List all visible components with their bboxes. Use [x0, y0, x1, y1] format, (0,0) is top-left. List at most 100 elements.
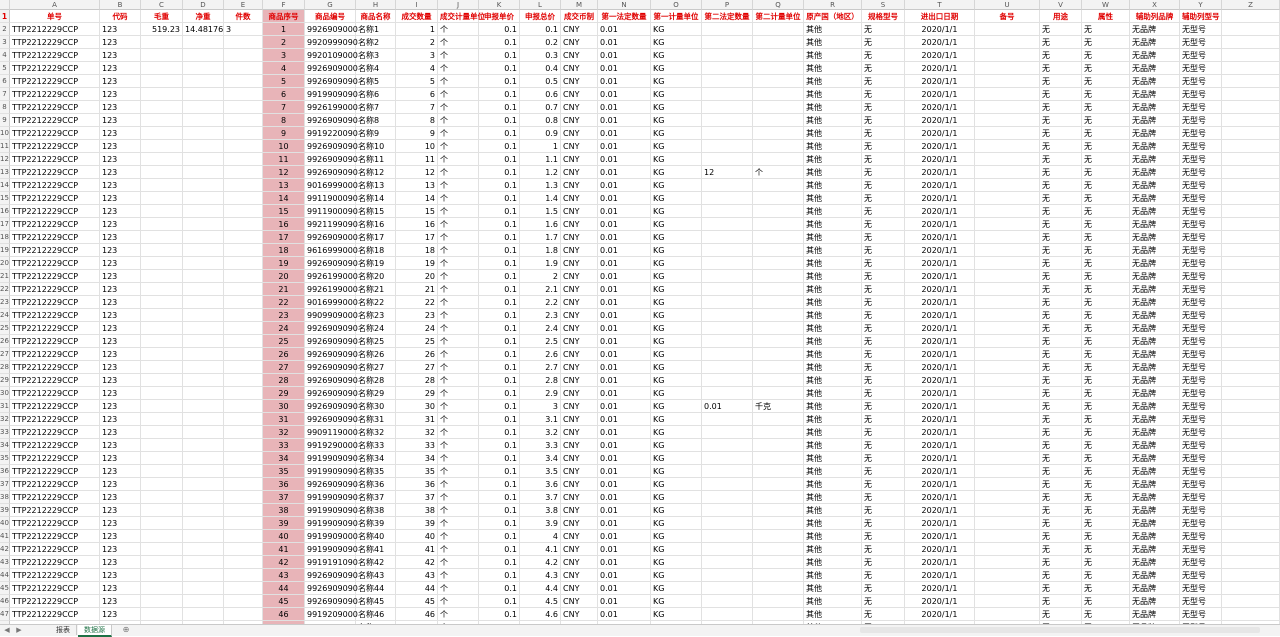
cell[interactable]: CNY [561, 335, 598, 348]
cell[interactable] [753, 283, 804, 296]
cell[interactable]: 无品牌 [1130, 348, 1180, 361]
cell[interactable]: 无 [1082, 543, 1130, 556]
cell[interactable]: 2.3 [520, 309, 561, 322]
cell[interactable] [183, 569, 224, 582]
cell[interactable]: 无型号 [1180, 413, 1222, 426]
cell[interactable]: 无品牌 [1130, 23, 1180, 36]
cell[interactable]: 无品牌 [1130, 166, 1180, 179]
cell[interactable]: 其他 [804, 88, 862, 101]
item-seq-cell[interactable]: 38 [263, 504, 305, 517]
cell[interactable] [975, 296, 1040, 309]
header-cell[interactable]: 用途 [1040, 10, 1082, 23]
cell[interactable]: 0.1 [479, 153, 520, 166]
cell[interactable]: TTP2212229CCP [10, 569, 100, 582]
cell[interactable]: 2020/1/1 [905, 608, 975, 621]
cell[interactable]: 123 [100, 231, 141, 244]
cell[interactable]: 无品牌 [1130, 413, 1180, 426]
row-number[interactable]: 10 [0, 127, 10, 140]
cell[interactable]: KG [651, 140, 702, 153]
cell[interactable]: 123 [100, 595, 141, 608]
row-number[interactable]: 20 [0, 257, 10, 270]
cell[interactable]: 2020/1/1 [905, 400, 975, 413]
cell[interactable]: 个 [438, 231, 479, 244]
cell[interactable]: 无 [862, 244, 905, 257]
column-header[interactable]: K [479, 0, 520, 10]
column-header[interactable]: V [1040, 0, 1082, 10]
cell[interactable] [702, 322, 753, 335]
cell[interactable]: 9926909090 [305, 374, 358, 387]
cell[interactable]: CNY [561, 244, 598, 257]
cell[interactable] [1222, 179, 1280, 192]
column-header[interactable]: Y [1180, 0, 1222, 10]
cell[interactable]: 无 [1040, 88, 1082, 101]
cell[interactable] [975, 439, 1040, 452]
row-number[interactable]: 37 [0, 478, 10, 491]
cell[interactable]: CNY [561, 465, 598, 478]
cell[interactable]: 无型号 [1180, 400, 1222, 413]
cell[interactable]: TTP2212229CCP [10, 400, 100, 413]
cell[interactable]: 无型号 [1180, 361, 1222, 374]
cell[interactable]: CNY [561, 543, 598, 556]
cell[interactable] [702, 283, 753, 296]
cell[interactable]: 0.1 [479, 62, 520, 75]
cell[interactable]: 0.01 [598, 413, 651, 426]
cell[interactable]: TTP2212229CCP [10, 543, 100, 556]
cell[interactable]: 无 [1082, 517, 1130, 530]
cell[interactable]: 无 [1040, 49, 1082, 62]
cell[interactable] [224, 452, 263, 465]
cell[interactable]: 无品牌 [1130, 569, 1180, 582]
cell[interactable] [141, 257, 183, 270]
cell[interactable]: 0.1 [479, 361, 520, 374]
cell[interactable]: 0.1 [479, 179, 520, 192]
cell[interactable]: 32 [396, 426, 438, 439]
cell[interactable] [702, 530, 753, 543]
cell[interactable] [753, 582, 804, 595]
cell[interactable]: TTP2212229CCP [10, 205, 100, 218]
cell[interactable] [141, 556, 183, 569]
cell[interactable]: 无 [862, 101, 905, 114]
cell[interactable]: 无品牌 [1130, 127, 1180, 140]
cell[interactable]: 9919909090 [305, 504, 358, 517]
cell[interactable] [753, 413, 804, 426]
cell[interactable]: 0.1 [479, 23, 520, 36]
cell[interactable]: 无品牌 [1130, 101, 1180, 114]
cell[interactable] [975, 413, 1040, 426]
cell[interactable] [1222, 205, 1280, 218]
cell[interactable]: 无 [1040, 608, 1082, 621]
cell[interactable]: 2020/1/1 [905, 556, 975, 569]
cell[interactable]: 名称26 [356, 348, 396, 361]
cell[interactable]: 个 [753, 166, 804, 179]
cell[interactable] [224, 439, 263, 452]
cell[interactable] [753, 49, 804, 62]
cell[interactable] [753, 309, 804, 322]
cell[interactable] [753, 465, 804, 478]
cell[interactable] [702, 426, 753, 439]
cell[interactable] [224, 530, 263, 543]
cell[interactable]: 2020/1/1 [905, 257, 975, 270]
cell[interactable]: CNY [561, 387, 598, 400]
cell[interactable] [975, 465, 1040, 478]
cell[interactable]: 12 [702, 166, 753, 179]
cell[interactable]: 无品牌 [1130, 296, 1180, 309]
cell[interactable]: 无 [862, 88, 905, 101]
cell[interactable]: 千克 [753, 400, 804, 413]
cell[interactable]: 2020/1/1 [905, 374, 975, 387]
cell[interactable]: 0.01 [598, 270, 651, 283]
cell[interactable]: KG [651, 309, 702, 322]
cell[interactable]: 2020/1/1 [905, 270, 975, 283]
cell[interactable] [1222, 413, 1280, 426]
cell[interactable]: 其他 [804, 127, 862, 140]
cell[interactable] [753, 75, 804, 88]
cell[interactable]: KG [651, 517, 702, 530]
cell[interactable]: 无 [862, 153, 905, 166]
item-seq-cell[interactable]: 4 [263, 62, 305, 75]
cell[interactable] [183, 335, 224, 348]
cell[interactable]: 无 [862, 478, 905, 491]
cell[interactable]: 无 [1082, 413, 1130, 426]
cell[interactable] [975, 543, 1040, 556]
cell[interactable] [141, 101, 183, 114]
cell[interactable]: 名称18 [356, 244, 396, 257]
cell[interactable]: KG [651, 270, 702, 283]
cell[interactable]: 123 [100, 322, 141, 335]
cell[interactable]: KG [651, 491, 702, 504]
